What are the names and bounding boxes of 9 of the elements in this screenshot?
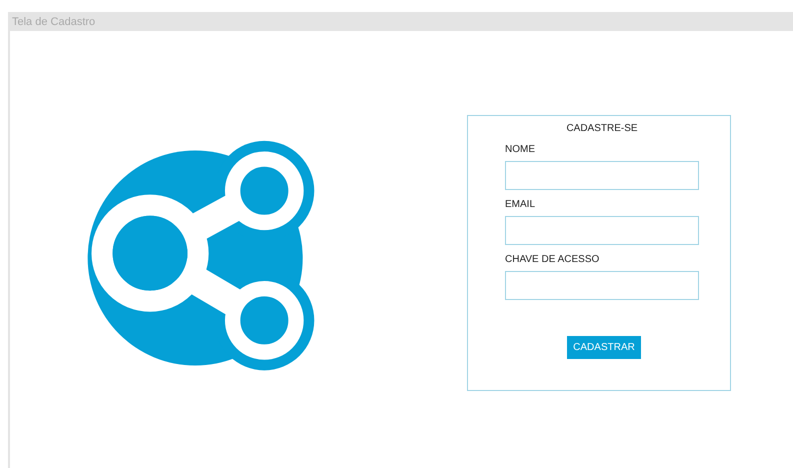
form-heading: CADASTRE-SE xyxy=(565,123,639,134)
field-label: EMAIL xyxy=(505,199,536,210)
input-field[interactable] xyxy=(505,271,699,300)
register-button[interactable]: CADASTRAR xyxy=(567,336,641,359)
input-field[interactable] xyxy=(505,161,699,190)
input-field[interactable] xyxy=(505,216,699,245)
field-label: CHAVE DE ACESSO xyxy=(505,254,600,265)
window-title: Tela de Cadastro xyxy=(12,16,96,28)
field-label: NOME xyxy=(505,144,536,155)
